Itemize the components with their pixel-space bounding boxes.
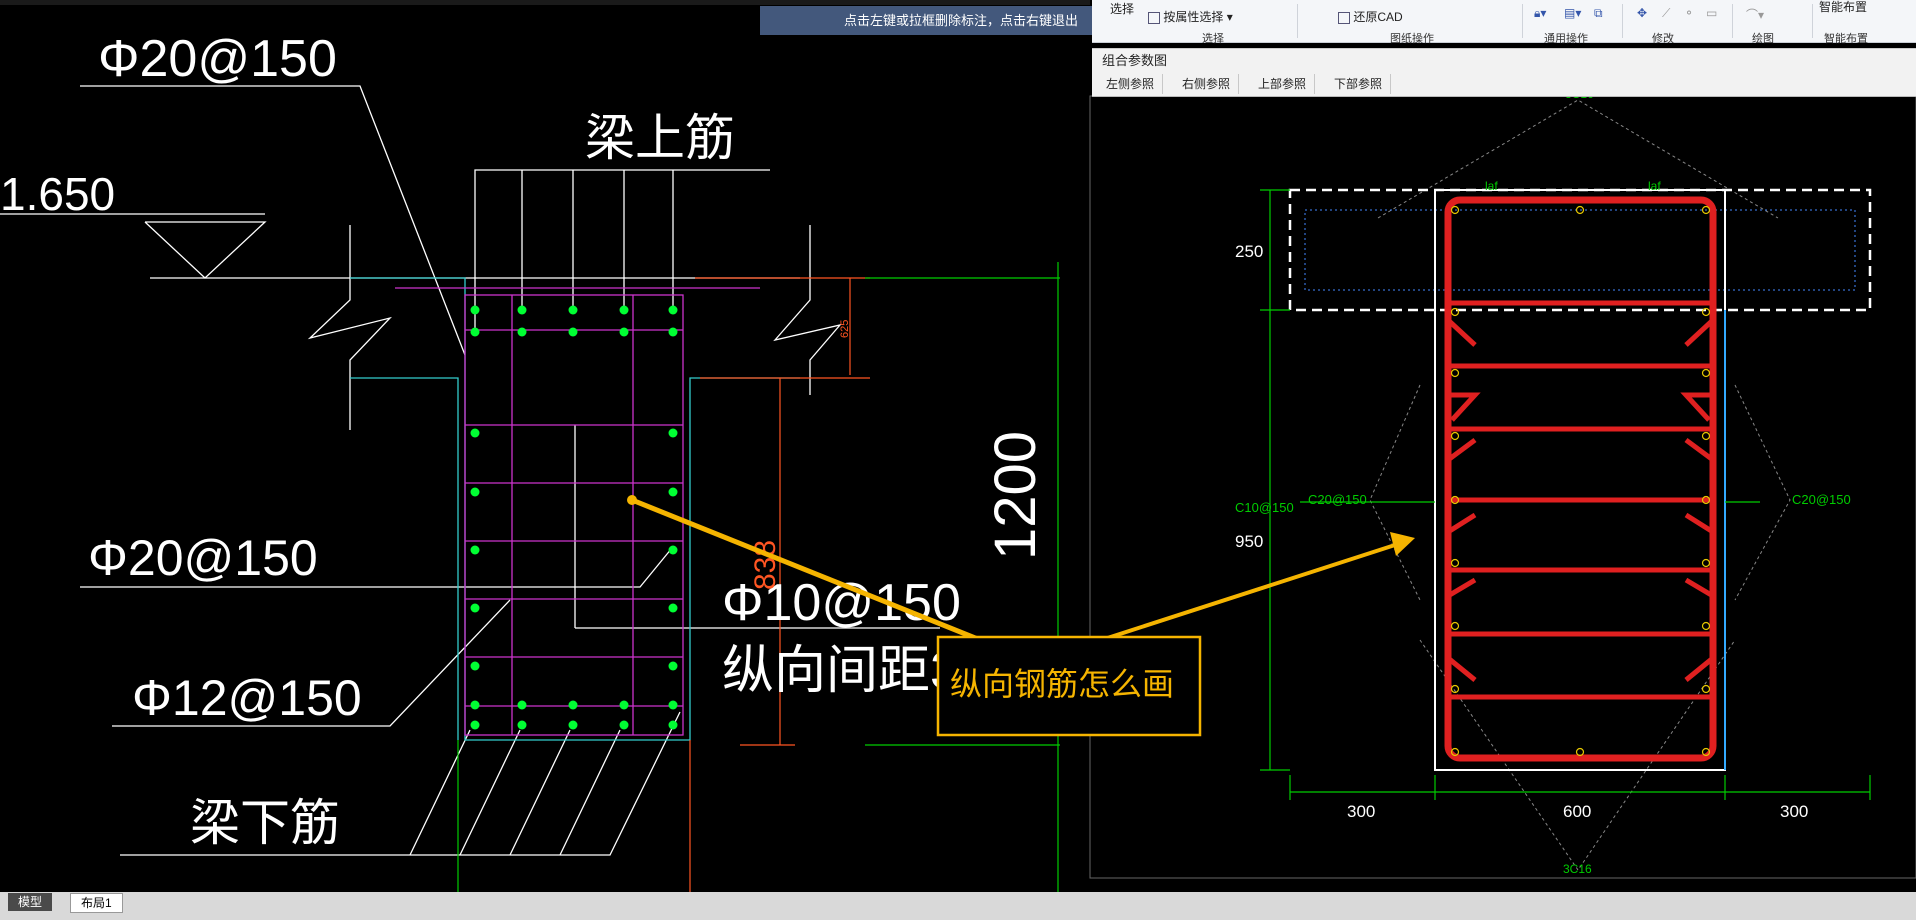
group-general-label: 通用操作 bbox=[1544, 33, 1588, 45]
top-strip bbox=[0, 0, 1090, 5]
tab-right-reference[interactable]: 右侧参照 bbox=[1174, 74, 1240, 94]
filter-by-property-button[interactable]: 按属性选择 ▾ bbox=[1148, 8, 1233, 25]
status-tip: 点击左键或拉框删除标注，点击右键退出 bbox=[760, 6, 1092, 35]
dim-950-text: 950 bbox=[1235, 532, 1263, 551]
filter-icon bbox=[1148, 11, 1160, 24]
mirror-icon[interactable]: ⚬ bbox=[1684, 6, 1694, 20]
group-drawing-label: 图纸操作 bbox=[1390, 33, 1434, 45]
label-lower-spec: Φ12@150 bbox=[132, 670, 362, 726]
left-spec-1: C10@150 bbox=[1235, 500, 1294, 515]
trim-icon[interactable]: ⟋ bbox=[1662, 6, 1670, 21]
rebar-cage bbox=[395, 287, 760, 736]
label-top-rebar-spec: Φ20@150 bbox=[98, 30, 337, 88]
offset-icon[interactable]: ▭ bbox=[1706, 6, 1717, 20]
label-beam-top: 梁上筋 bbox=[585, 110, 735, 166]
rebar-dots bbox=[470, 305, 678, 730]
dim-bottom-mid: 600 bbox=[1563, 802, 1591, 821]
dim-bottom-left: 300 bbox=[1347, 802, 1375, 821]
elevation-text: 1.650 bbox=[0, 168, 115, 220]
ribbon-separator bbox=[1522, 4, 1523, 38]
ribbon-separator bbox=[1297, 4, 1298, 38]
group-select-label: 选择 bbox=[1202, 33, 1224, 45]
question-text: 纵向钢筋怎么画 bbox=[950, 666, 1174, 702]
dim-250-text: 250 bbox=[1235, 242, 1263, 261]
dim-height-text: 1200 bbox=[983, 431, 1048, 560]
group-smart-label: 智能布置 bbox=[1824, 33, 1868, 45]
laf-right-label: laf bbox=[1648, 179, 1661, 193]
ribbon-toolbar: 选择 按属性选择 ▾ 选择 还原CAD 图纸操作 🔒︎▾ ▤▾ ⧉ 通用操作 ✥… bbox=[1092, 0, 1916, 45]
ribbon-separator bbox=[1812, 4, 1813, 38]
filter-label: 按属性选择 bbox=[1163, 10, 1224, 24]
ribbon-separator bbox=[1622, 4, 1623, 38]
smart-layout-button[interactable]: 智能布置 bbox=[1819, 0, 1867, 15]
tab-layout1[interactable]: 布局1 bbox=[70, 893, 123, 913]
panel-title: 组合参数图 bbox=[1092, 48, 1916, 72]
restore-cad-button[interactable]: 还原CAD bbox=[1338, 8, 1403, 25]
restore-cad-label: 还原CAD bbox=[1353, 10, 1403, 24]
laf-left-label: laf bbox=[1485, 179, 1498, 193]
restore-icon bbox=[1338, 11, 1350, 24]
lock-icon[interactable]: 🔒︎▾ bbox=[1534, 6, 1546, 21]
layout-tab-bar bbox=[0, 892, 1916, 920]
right-spec: C20@150 bbox=[1792, 492, 1851, 507]
tab-top-reference[interactable]: 上部参照 bbox=[1250, 74, 1316, 94]
group-modify-label: 修改 bbox=[1652, 33, 1674, 45]
label-mid-spec: Φ20@150 bbox=[88, 530, 318, 586]
ribbon-separator bbox=[1732, 4, 1733, 38]
copy-icon[interactable]: ⧉ bbox=[1594, 6, 1603, 21]
label-beam-bottom: 梁下筋 bbox=[190, 795, 340, 851]
group-draw-label: 绘图 bbox=[1752, 33, 1774, 45]
dim-small-text: 625 bbox=[839, 320, 851, 338]
tab-model[interactable]: 模型 bbox=[8, 893, 53, 911]
dim-bottom-right: 300 bbox=[1780, 802, 1808, 821]
arc-icon[interactable]: ⌒▾ bbox=[1746, 6, 1764, 23]
tab-bottom-reference[interactable]: 下部参照 bbox=[1326, 74, 1392, 94]
right-drawing bbox=[1260, 99, 1872, 871]
left-spec-2: C20@150 bbox=[1308, 492, 1367, 507]
bottom-bars-label: 3C16 bbox=[1563, 862, 1592, 876]
select-button[interactable]: 选择 bbox=[1110, 0, 1134, 17]
layer-icon[interactable]: ▤▾ bbox=[1564, 6, 1581, 20]
panel-tabs: 左侧参照 右侧参照 上部参照 下部参照 bbox=[1092, 72, 1916, 97]
tab-left-reference[interactable]: 左侧参照 bbox=[1098, 74, 1164, 94]
move-icon[interactable]: ✥ bbox=[1637, 6, 1647, 20]
cad-canvas[interactable]: Φ20@150 梁上筋 1.650 Φ20@150 Φ12@150 梁下筋 Φ1… bbox=[0, 0, 1916, 920]
